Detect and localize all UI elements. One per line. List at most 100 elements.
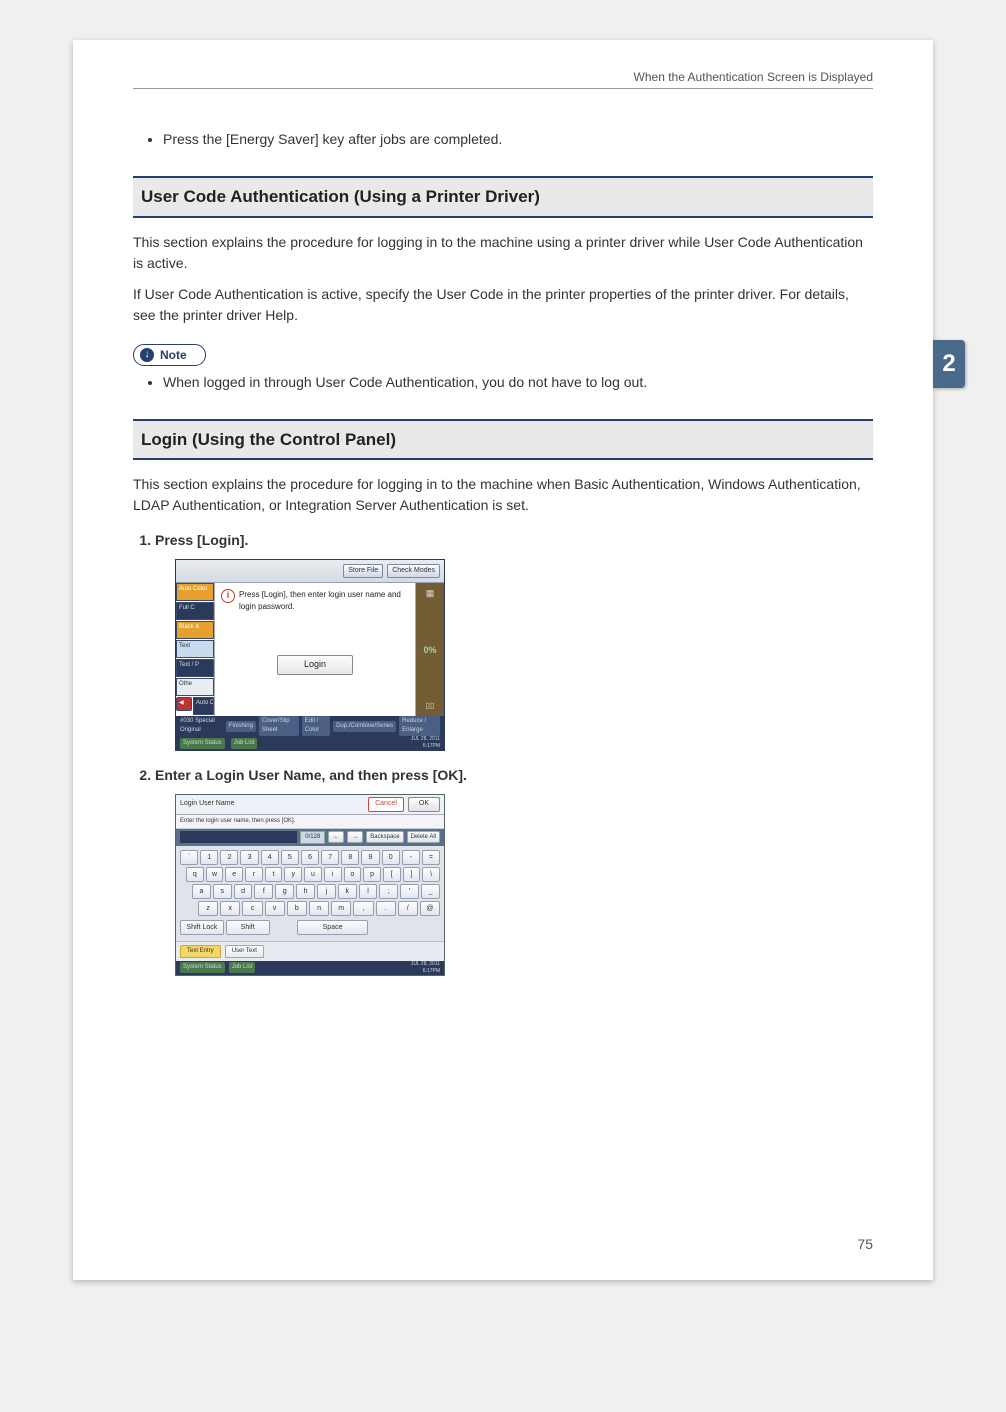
- key-[[interactable]: [: [383, 867, 401, 882]
- key-.[interactable]: .: [376, 901, 396, 916]
- tab-user-text[interactable]: User Text: [225, 945, 264, 958]
- running-header: When the Authentication Screen is Displa…: [133, 70, 873, 89]
- percent-indicator: 0%: [423, 644, 436, 658]
- key-4[interactable]: 4: [261, 850, 279, 865]
- caret-left-button[interactable]: ←: [328, 831, 344, 843]
- page-double-icon[interactable]: ▯▯: [426, 700, 435, 712]
- key-`[interactable]: `: [180, 850, 198, 865]
- key-3[interactable]: 3: [240, 850, 258, 865]
- key-q[interactable]: q: [186, 867, 204, 882]
- ok-button[interactable]: OK: [408, 797, 440, 812]
- step-2-text: Enter a Login User Name, and then press …: [155, 767, 467, 783]
- key-d[interactable]: d: [234, 884, 253, 899]
- key-'[interactable]: ': [400, 884, 419, 899]
- key-c[interactable]: c: [242, 901, 262, 916]
- key-k[interactable]: k: [338, 884, 357, 899]
- key-z[interactable]: z: [198, 901, 218, 916]
- key-s[interactable]: s: [213, 884, 232, 899]
- key-7[interactable]: 7: [321, 850, 339, 865]
- key-5[interactable]: 5: [281, 850, 299, 865]
- section1-para1: This section explains the procedure for …: [133, 232, 873, 274]
- status-bar-time-2: 6:17PM: [423, 968, 440, 974]
- sidetab-others[interactable]: Othe: [176, 678, 214, 696]
- footer-tab-cover[interactable]: Cover/Slip Sheet: [259, 716, 299, 736]
- key-f[interactable]: f: [254, 884, 273, 899]
- dialog-title: Login User Name: [180, 799, 364, 810]
- sidetab-bw[interactable]: Black &: [176, 621, 214, 639]
- key-u[interactable]: u: [304, 867, 322, 882]
- key-0[interactable]: 0: [382, 850, 400, 865]
- key-x[interactable]: x: [220, 901, 240, 916]
- key-t[interactable]: t: [265, 867, 283, 882]
- key-row-1: `1234567890-=: [180, 850, 440, 865]
- shift-key[interactable]: Shift: [226, 920, 270, 935]
- login-dialog-screenshot: Store File Check Modes Auto Color Full C…: [175, 559, 445, 751]
- backspace-button[interactable]: Backspace: [366, 831, 403, 843]
- username-input[interactable]: [180, 831, 297, 843]
- key-n[interactable]: n: [309, 901, 329, 916]
- document-page: When the Authentication Screen is Displa…: [73, 40, 933, 1280]
- shift-lock-key[interactable]: Shift Lock: [180, 920, 224, 935]
- key-a[interactable]: a: [192, 884, 211, 899]
- status-bar-time: 6:17PM: [423, 743, 440, 749]
- footer-tab-finishing[interactable]: Finishing: [226, 721, 256, 732]
- section1-para2: If User Code Authentication is active, s…: [133, 284, 873, 326]
- key-,[interactable]: ,: [353, 901, 373, 916]
- key-o[interactable]: o: [344, 867, 362, 882]
- system-status-button-2[interactable]: System Status: [180, 962, 225, 973]
- job-list-button-2[interactable]: Job List: [229, 962, 256, 973]
- key-1[interactable]: 1: [200, 850, 218, 865]
- onscreen-keyboard: `1234567890-= qwertyuiop[]\ asdfghjkl;'_…: [176, 846, 444, 941]
- status-bar-date: JUL 28, 2011: [411, 736, 440, 742]
- key-g[interactable]: g: [275, 884, 294, 899]
- login-button[interactable]: Login: [277, 655, 353, 675]
- key--[interactable]: -: [402, 850, 420, 865]
- key-b[interactable]: b: [287, 901, 307, 916]
- key-y[interactable]: y: [284, 867, 302, 882]
- check-modes-button[interactable]: Check Modes: [387, 564, 440, 578]
- key-r[interactable]: r: [245, 867, 263, 882]
- store-file-button[interactable]: Store File: [343, 564, 383, 578]
- note-label: Note: [160, 346, 187, 364]
- key-_[interactable]: _: [421, 884, 440, 899]
- sidetab-full-color[interactable]: Full C: [176, 602, 214, 620]
- step-2: Enter a Login User Name, and then press …: [155, 765, 873, 976]
- footer-tab-edit[interactable]: Edit / Color: [302, 716, 330, 736]
- key-m[interactable]: m: [331, 901, 351, 916]
- key-][interactable]: ]: [403, 867, 421, 882]
- key-i[interactable]: i: [324, 867, 342, 882]
- sidetab-text-photo[interactable]: Text / P: [176, 659, 214, 677]
- key-2[interactable]: 2: [220, 850, 238, 865]
- footer-tab-reduce[interactable]: Reduce / Enlarge: [399, 716, 440, 736]
- key-e[interactable]: e: [225, 867, 243, 882]
- delete-all-button[interactable]: Delete All: [407, 831, 440, 843]
- step-list: Press [Login]. Store File Check Modes Au…: [155, 530, 873, 976]
- cancel-button[interactable]: Cancel: [368, 797, 404, 812]
- key-=[interactable]: =: [422, 850, 440, 865]
- sidetab-auto[interactable]: Auto De: [193, 697, 214, 715]
- key-h[interactable]: h: [296, 884, 315, 899]
- key-p[interactable]: p: [363, 867, 381, 882]
- chapter-tab: 2: [933, 340, 965, 388]
- left-arrow-icon[interactable]: ◀: [176, 697, 192, 711]
- space-key[interactable]: Space: [297, 920, 369, 935]
- sidetab-text[interactable]: Text: [176, 640, 214, 658]
- system-status-button[interactable]: System Status: [180, 738, 225, 749]
- job-list-button[interactable]: Job List: [231, 738, 258, 749]
- key-9[interactable]: 9: [361, 850, 379, 865]
- key-6[interactable]: 6: [301, 850, 319, 865]
- key-v[interactable]: v: [265, 901, 285, 916]
- caret-right-button[interactable]: →: [347, 831, 363, 843]
- key-j[interactable]: j: [317, 884, 336, 899]
- footer-tab-dup[interactable]: Dup./Combine/Series: [333, 721, 396, 732]
- key-w[interactable]: w: [206, 867, 224, 882]
- key-/[interactable]: /: [398, 901, 418, 916]
- key-\[interactable]: \: [422, 867, 440, 882]
- key-@[interactable]: @: [420, 901, 440, 916]
- key-;[interactable]: ;: [379, 884, 398, 899]
- key-8[interactable]: 8: [341, 850, 359, 865]
- tab-text-entry[interactable]: Text Entry: [180, 945, 221, 958]
- login-message: Press [Login], then enter login user nam…: [239, 589, 409, 613]
- key-l[interactable]: l: [359, 884, 378, 899]
- sidetab-auto-color[interactable]: Auto Color: [176, 583, 214, 601]
